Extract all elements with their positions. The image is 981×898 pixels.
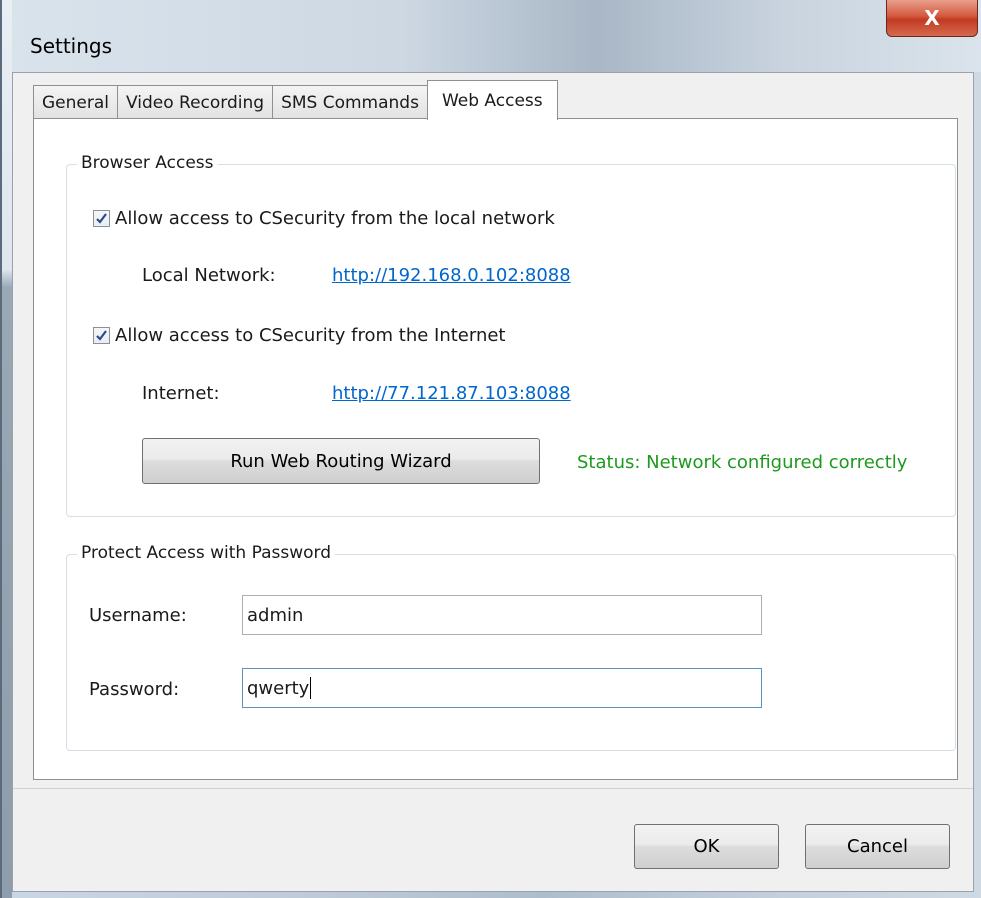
- web-access-panel: Browser Access Allow access to CSecurity…: [33, 118, 958, 780]
- cancel-button[interactable]: Cancel: [805, 824, 950, 869]
- username-input[interactable]: admin: [242, 595, 762, 635]
- local-network-label: Local Network:: [142, 265, 276, 286]
- local-network-checkbox[interactable]: [93, 210, 110, 227]
- password-protect-legend: Protect Access with Password: [77, 543, 335, 563]
- local-network-url-link[interactable]: http://192.168.0.102:8088: [332, 265, 571, 286]
- username-label: Username:: [89, 605, 187, 626]
- tab-strip: General Video Recording SMS Commands Web…: [33, 80, 558, 120]
- local-network-checkbox-row[interactable]: Allow access to CSecurity from the local…: [93, 208, 555, 229]
- tab-general[interactable]: General: [33, 85, 118, 119]
- dialog-client-area: General Video Recording SMS Commands Web…: [12, 72, 974, 892]
- footer-separator: [13, 788, 973, 789]
- password-protect-group: Protect Access with Password Username: a…: [66, 543, 956, 751]
- username-value: admin: [247, 604, 304, 626]
- browser-access-legend: Browser Access: [77, 153, 218, 173]
- internet-checkbox-row[interactable]: Allow access to CSecurity from the Inter…: [93, 325, 506, 346]
- ok-button[interactable]: OK: [634, 824, 779, 869]
- settings-window: Settings X General Video Recording SMS C…: [0, 0, 981, 898]
- internet-label: Internet:: [142, 383, 220, 404]
- password-input[interactable]: qwerty: [242, 668, 762, 708]
- title-bar[interactable]: Settings X: [12, 0, 981, 72]
- password-label: Password:: [89, 679, 180, 700]
- internet-checkbox-label: Allow access to CSecurity from the Inter…: [115, 325, 506, 346]
- text-caret: [310, 677, 312, 699]
- run-web-routing-wizard-button[interactable]: Run Web Routing Wizard: [142, 438, 540, 484]
- window-title: Settings: [30, 34, 113, 58]
- internet-url-link[interactable]: http://77.121.87.103:8088: [332, 383, 571, 404]
- tab-video-recording[interactable]: Video Recording: [117, 85, 274, 119]
- checkmark-icon: [96, 213, 107, 224]
- close-button[interactable]: X: [886, 0, 978, 37]
- local-network-checkbox-label: Allow access to CSecurity from the local…: [115, 208, 555, 229]
- tab-web-access[interactable]: Web Access: [426, 80, 558, 120]
- browser-access-group: Browser Access Allow access to CSecurity…: [66, 153, 956, 517]
- internet-checkbox[interactable]: [93, 327, 110, 344]
- window-frame-left: [2, 0, 12, 898]
- tab-sms-commands[interactable]: SMS Commands: [272, 85, 428, 119]
- network-status-text: Status: Network configured correctly: [577, 452, 908, 473]
- close-icon: X: [924, 6, 940, 30]
- password-value: qwerty: [247, 677, 310, 699]
- checkmark-icon: [96, 330, 107, 341]
